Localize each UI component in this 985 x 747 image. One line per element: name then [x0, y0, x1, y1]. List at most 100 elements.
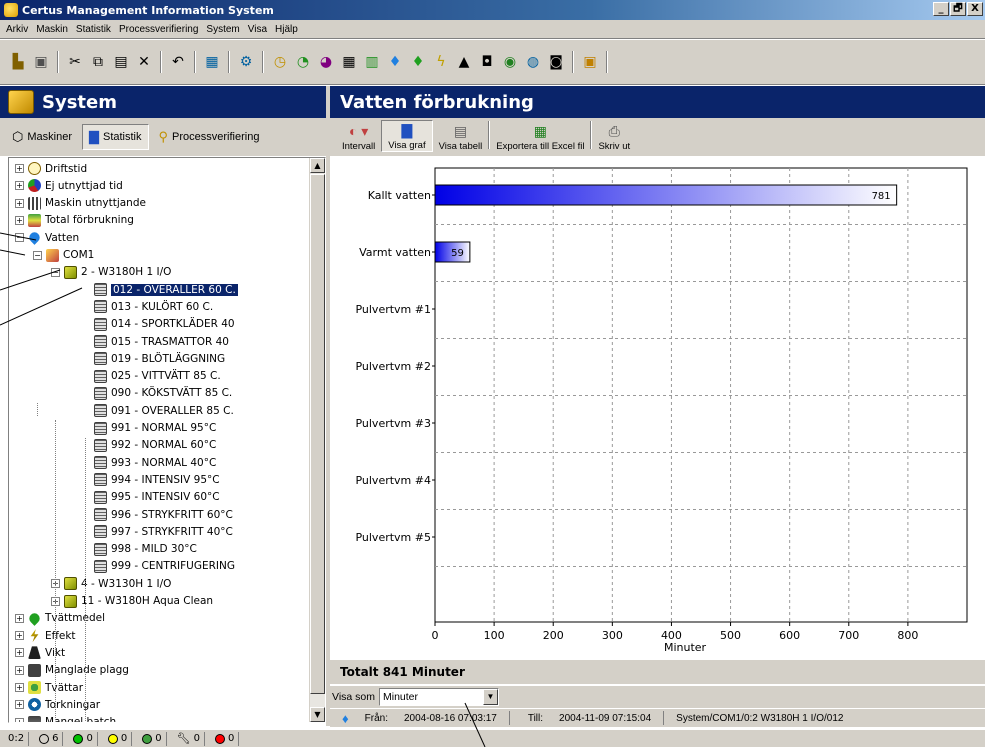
- tree-item-torkningar[interactable]: + Torkningar: [15, 696, 100, 713]
- expand-icon[interactable]: +: [15, 631, 24, 641]
- clock-icon[interactable]: ◷: [270, 52, 290, 72]
- calculator-icon: [28, 213, 41, 227]
- tree-item-program[interactable]: 014 - SPORTKLÄDER 40: [81, 316, 235, 333]
- tree-item-program[interactable]: 091 - OVERALLER 85 C.: [81, 402, 234, 419]
- tree-item-ej-utnyttjad-tid[interactable]: + Ej utnyttjad tid: [15, 177, 123, 194]
- tree-scrollbar[interactable]: ▲ ▼: [309, 158, 325, 722]
- delete-icon[interactable]: ✕: [134, 52, 154, 72]
- tree-item-program[interactable]: 996 - STRYKFRITT 60°C: [81, 506, 233, 523]
- printer-icon: ⎙: [608, 123, 620, 139]
- calculator-icon[interactable]: ▥: [362, 52, 382, 72]
- grid-icon[interactable]: ▦: [339, 52, 359, 72]
- expand-icon[interactable]: +: [15, 700, 24, 710]
- water-drop-icon[interactable]: ♦: [385, 52, 405, 72]
- tree-item-tv-ttmedel[interactable]: + Tvättmedel: [15, 610, 105, 627]
- restore-button[interactable]: 🗗: [950, 2, 966, 16]
- expand-icon[interactable]: +: [15, 665, 24, 675]
- tree-item-program[interactable]: 012 - OVERALLER 60 C.: [81, 281, 239, 298]
- tree-item-com1[interactable]: − COM1: [33, 247, 94, 264]
- minimize-button[interactable]: _: [933, 2, 949, 16]
- tree-item-manglade-plagg[interactable]: + Manglade plagg: [15, 662, 129, 679]
- menu-statistik[interactable]: Statistik: [76, 24, 111, 35]
- tree-item-program[interactable]: 997 - STRYKFRITT 40°C: [81, 523, 233, 540]
- tree-item-machine[interactable]: +4 - W3130H 1 I/O: [51, 575, 171, 592]
- menu-system[interactable]: System: [206, 24, 239, 35]
- display-as-select[interactable]: Minuter ▼: [379, 688, 499, 706]
- collapse-icon[interactable]: −: [33, 250, 42, 260]
- menu-visa[interactable]: Visa: [248, 24, 267, 35]
- schedule-icon[interactable]: ◔: [293, 52, 313, 72]
- tree-item-program[interactable]: 992 - NORMAL 60°C: [81, 437, 216, 454]
- menu-processverifiering[interactable]: Processverifiering: [119, 24, 198, 35]
- tree-item-program[interactable]: 013 - KULÖRT 60 C.: [81, 298, 213, 315]
- tree-item-program[interactable]: 998 - MILD 30°C: [81, 541, 197, 558]
- expand-icon[interactable]: +: [15, 683, 24, 692]
- detergent-icon[interactable]: ♦: [408, 52, 428, 72]
- tree-item-program[interactable]: 025 - VITTVÄTT 85 C.: [81, 368, 221, 385]
- tree-item-program[interactable]: 015 - TRASMATTOR 40: [81, 333, 229, 350]
- export-excel-button[interactable]: ▦ Exportera till Excel fil: [490, 120, 590, 152]
- package-icon[interactable]: ▣: [580, 52, 600, 72]
- chevron-down-icon[interactable]: ▼: [483, 689, 498, 705]
- expand-icon[interactable]: +: [15, 181, 24, 191]
- tree-item-total-f-rbrukning[interactable]: + Total förbrukning: [15, 212, 134, 229]
- collapse-icon[interactable]: −: [51, 267, 60, 277]
- copy-icon[interactable]: ⧉: [88, 52, 108, 72]
- menu-maskin[interactable]: Maskin: [36, 24, 68, 35]
- tree-item-program[interactable]: 994 - INTENSIV 95°C: [81, 471, 220, 488]
- tree-item-vikt[interactable]: + Vikt: [15, 644, 65, 661]
- expand-icon[interactable]: +: [15, 198, 24, 208]
- pie-icon[interactable]: ◕: [316, 52, 336, 72]
- tab-statistik[interactable]: ▇ Statistik: [81, 124, 149, 150]
- tree-item-program[interactable]: 999 - CENTRIFUGERING: [81, 558, 235, 575]
- expand-icon[interactable]: +: [15, 648, 24, 658]
- lightning-icon[interactable]: ϟ: [431, 52, 451, 72]
- show-graph-button[interactable]: ▇ Visa graf: [381, 120, 433, 152]
- washer-icon[interactable]: ◉: [500, 52, 520, 72]
- tree-item-program[interactable]: 090 - KÖKSTVÄTT 85 C.: [81, 385, 232, 402]
- expand-icon[interactable]: +: [15, 164, 24, 173]
- tree-item-program[interactable]: 995 - INTENSIV 60°C: [81, 489, 220, 506]
- cut-icon[interactable]: ✂: [65, 52, 85, 72]
- menu-hjalp[interactable]: Hjälp: [275, 24, 298, 35]
- tree-item-mangel-batch[interactable]: + Mangel batch: [15, 714, 116, 722]
- statistics-tree[interactable]: ▲ ▼ + Driftstid + Ej utnyttjad tid + Maskin u…: [8, 157, 326, 723]
- tree-item-maskin-utnyttjande[interactable]: + Maskin utnyttjande: [15, 195, 146, 212]
- paste-icon[interactable]: ▤: [111, 52, 131, 72]
- interval-button[interactable]: ◐ ▾ Intervall: [336, 120, 381, 152]
- mangle-icon[interactable]: ◙: [546, 52, 566, 72]
- clothes-icon[interactable]: ◘: [477, 52, 497, 72]
- machine-icon[interactable]: ▙: [8, 52, 28, 72]
- expand-icon[interactable]: +: [15, 215, 24, 225]
- tree-item-tv-ttar[interactable]: + Tvättar: [15, 679, 83, 696]
- menu-arkiv[interactable]: Arkiv: [6, 24, 28, 35]
- collapse-icon[interactable]: −: [15, 233, 24, 243]
- settings-icon[interactable]: ⚙: [236, 52, 256, 72]
- tree-item-program[interactable]: 991 - NORMAL 95°C: [81, 420, 216, 437]
- tab-maskiner[interactable]: ⬡ Maskiner: [6, 124, 78, 150]
- show-table-button[interactable]: ▤ Visa tabell: [433, 120, 489, 152]
- properties-icon[interactable]: ▣: [31, 52, 51, 72]
- tree-item-program[interactable]: 993 - NORMAL 40°C: [81, 454, 216, 471]
- scroll-up-button[interactable]: ▲: [310, 158, 325, 173]
- tree-item-machine-2[interactable]: −2 - W3180H 1 I/O: [51, 264, 171, 281]
- print-button[interactable]: ⎙ Skriv ut: [592, 120, 636, 152]
- tree-item-driftstid[interactable]: + Driftstid: [15, 160, 87, 177]
- weight-icon[interactable]: ▲: [454, 52, 474, 72]
- scroll-thumb[interactable]: [310, 174, 325, 694]
- scroll-down-button[interactable]: ▼: [310, 707, 325, 722]
- water-drop-icon: ♦: [342, 710, 349, 726]
- tree-item-machine[interactable]: +11 - W3180H Aqua Clean: [51, 593, 213, 610]
- undo-icon[interactable]: ↶: [168, 52, 188, 72]
- status-bar: 0:2 6 0 0 0 🔧︎ 0 0: [0, 729, 985, 747]
- close-button[interactable]: X: [967, 2, 983, 16]
- tree-item-vatten[interactable]: − Vatten: [15, 229, 79, 246]
- tree-item-effekt[interactable]: + Effekt: [15, 627, 76, 644]
- running-icon: [73, 733, 84, 744]
- expand-icon[interactable]: +: [15, 613, 24, 623]
- expand-icon[interactable]: +: [15, 717, 24, 722]
- tab-processverifiering[interactable]: ⚲ Processverifiering: [153, 124, 266, 150]
- dryer-icon[interactable]: ◍: [523, 52, 543, 72]
- tree-item-program[interactable]: 019 - BLÖTLÄGGNING: [81, 350, 225, 367]
- window-icon[interactable]: ▦: [202, 52, 222, 72]
